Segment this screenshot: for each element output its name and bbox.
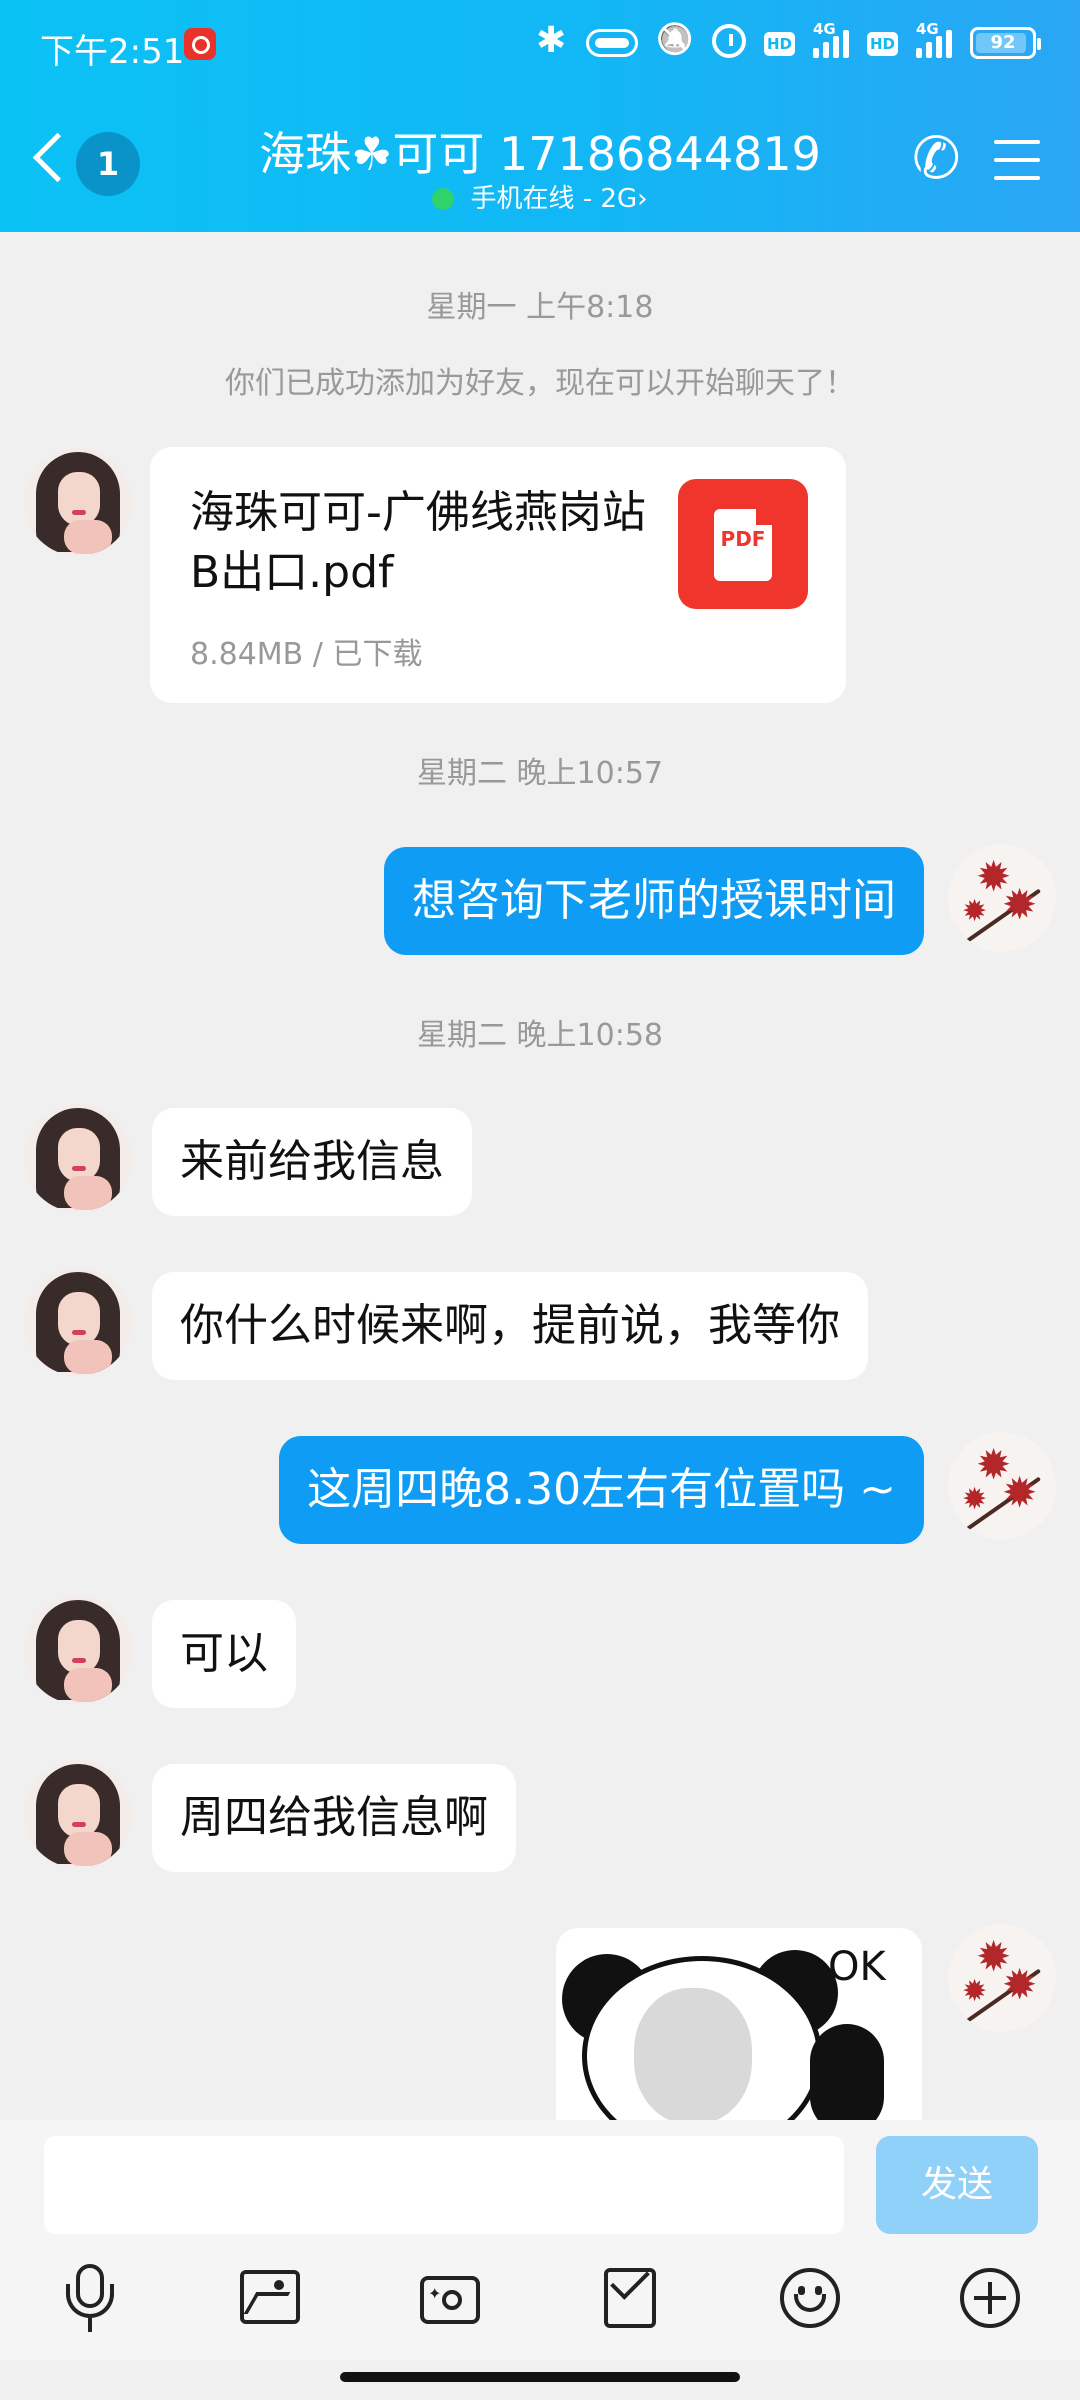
panda-face [634,1988,752,2120]
timestamp: 星期二 晚上10:57 [417,756,663,791]
network-type: 4G [812,20,836,38]
battery-percent: 92 [990,32,1016,53]
contact-avatar[interactable] [24,1760,132,1868]
incoming-message[interactable]: 来前给我信息 [152,1108,472,1216]
timestamp: 星期一 上午8:18 [426,290,654,325]
incoming-message[interactable]: 可以 [152,1600,296,1708]
status-bar: 下午2:51 HD 4G HD 4G 92 [0,0,1080,90]
sticker-message[interactable]: OK [556,1928,922,2120]
chat-messages[interactable]: 星期一 上午8:18 你们已成功添加为好友，现在可以开始聊天了！ 海珠可可-广佛… [0,232,1080,2120]
plus-icon[interactable] [954,2262,1026,2334]
red-packet-icon[interactable] [594,2260,666,2334]
signal-icon: 4G [812,20,849,58]
network-type-2: 4G [916,20,939,38]
battery-icon: 92 [970,27,1041,59]
image-icon[interactable] [234,2262,306,2334]
timestamp: 星期二 晚上10:58 [417,1018,663,1053]
signal-icon-2: 4G [916,20,952,58]
status-time: 下午2:51 [40,32,185,72]
home-indicator[interactable] [340,2372,740,2382]
hd-badge: HD [763,32,795,56]
contact-avatar[interactable] [24,1268,132,1376]
incoming-message[interactable]: 周四给我信息啊 [152,1764,516,1872]
online-status-icon [432,188,455,210]
unread-count-badge[interactable]: 1 [76,132,140,196]
mute-icon [656,22,694,60]
input-bar: 发送 [0,2120,1080,2240]
contact-title[interactable]: 海珠☘可可 17186844819 [250,118,830,184]
chat-header: 下午2:51 HD 4G HD 4G 92 1 海珠☘可可 1718684481… [0,0,1080,232]
status-text: 手机在线 - 2G [470,184,638,214]
bluetooth-icon [530,20,568,61]
my-avatar[interactable]: ✹ ✹ ✹ [948,1432,1056,1540]
send-button[interactable]: 发送 [876,2136,1038,2234]
pdf-icon-label: PDF [720,527,766,551]
my-avatar[interactable]: ✹ ✹ ✹ [948,844,1056,952]
menu-icon[interactable] [994,140,1040,180]
pdf-file-icon: PDF [678,479,808,609]
microphone-icon[interactable] [54,2262,126,2334]
sticker-text: OK [828,1944,886,1990]
hd-badge-2: HD [866,32,898,56]
file-meta: 8.84MB / 已下载 [190,637,423,672]
my-avatar[interactable]: ✹ ✹ ✹ [948,1924,1056,2032]
alarm-icon [711,24,746,58]
input-toolbar: ✦ [0,2240,1080,2360]
contact-avatar[interactable] [24,448,132,556]
file-name: 海珠可可-广佛线燕岗站B出口.pdf [190,487,646,598]
file-message[interactable]: 海珠可可-广佛线燕岗站B出口.pdf 8.84MB / 已下载 PDF [150,447,846,703]
phone-icon[interactable] [908,124,968,192]
netease-music-icon [184,28,216,60]
contact-status[interactable]: 手机在线 - 2G› [250,178,830,215]
outgoing-message[interactable]: 这周四晚8.30左右有位置吗 ~ [279,1436,924,1544]
incoming-message[interactable]: 你什么时候来啊，提前说，我等你 [152,1272,868,1380]
back-icon[interactable] [30,130,70,190]
contact-avatar[interactable] [24,1596,132,1704]
emoji-icon[interactable] [774,2262,846,2334]
camera-icon[interactable]: ✦ [414,2262,486,2334]
outgoing-message[interactable]: 想咨询下老师的授课时间 [384,847,924,955]
message-input[interactable] [44,2136,844,2234]
vpn-pill-icon [585,29,638,57]
chevron-right-icon: › [637,184,648,214]
system-message: 你们已成功添加为好友，现在可以开始聊天了！ [225,366,855,401]
contact-avatar[interactable] [24,1104,132,1212]
status-icons: HD 4G HD 4G 92 [530,20,1041,61]
